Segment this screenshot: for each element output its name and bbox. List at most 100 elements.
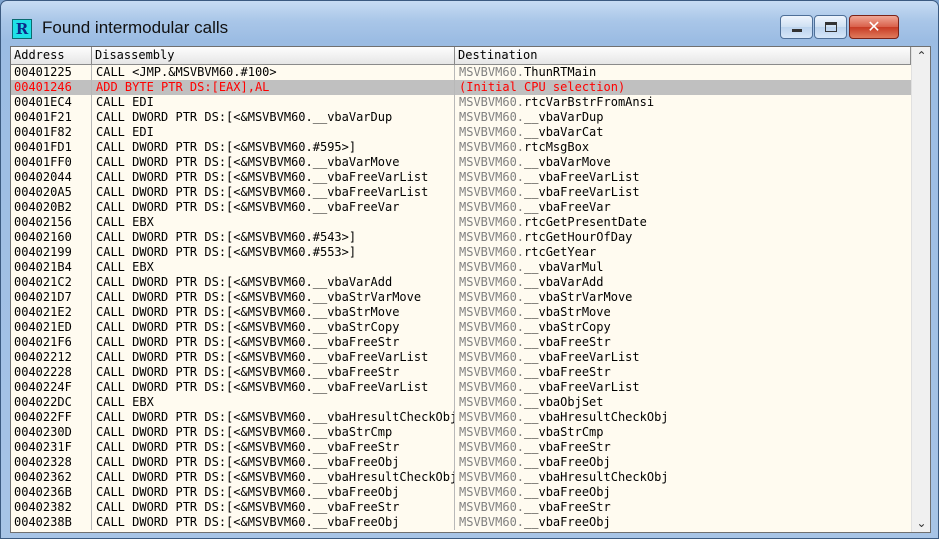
destination-module: MSVBVM60. — [459, 410, 525, 424]
table-row[interactable]: 00402199 CALL DWORD PTR DS:[<&MSVBVM60.#5… — [11, 245, 911, 260]
destination-function: __vbaFreeVar — [524, 200, 611, 214]
close-icon: ✕ — [867, 17, 881, 36]
row-destination: MSVBVM60.__vbaFreeVarList — [455, 380, 911, 395]
row-disassembly: CALL DWORD PTR DS:[<&MSVBVM60.__vbaVarDu… — [92, 110, 455, 125]
row-destination: MSVBVM60.__vbaVarCat — [455, 125, 911, 140]
row-address: 0040236B — [11, 485, 92, 500]
maximize-button[interactable] — [814, 15, 847, 39]
table-row[interactable]: 0040231F CALL DWORD PTR DS:[<&MSVBVM60.__… — [11, 440, 911, 455]
row-destination: MSVBVM60.__vbaFreeVarList — [455, 350, 911, 365]
row-disassembly: ADD BYTE PTR DS:[EAX],AL — [92, 80, 455, 95]
destination-module: MSVBVM60. — [459, 470, 525, 484]
row-address: 00402362 — [11, 470, 92, 485]
table-row[interactable]: 00401F21 CALL DWORD PTR DS:[<&MSVBVM60.__… — [11, 110, 911, 125]
table-row[interactable]: 004021E2 CALL DWORD PTR DS:[<&MSVBVM60.__… — [11, 305, 911, 320]
row-destination: MSVBVM60.__vbaObjSet — [455, 395, 911, 410]
destination-function: __vbaFreeStr — [524, 500, 611, 514]
table-row[interactable]: 004020A5 CALL DWORD PTR DS:[<&MSVBVM60.__… — [11, 185, 911, 200]
table-row[interactable]: 00401246 ADD BYTE PTR DS:[EAX],AL (Initial… — [11, 80, 911, 95]
table-row[interactable]: 004021ED CALL DWORD PTR DS:[<&MSVBVM60.__… — [11, 320, 911, 335]
row-destination: MSVBVM60.__vbaFreeVarList — [455, 170, 911, 185]
row-disassembly: CALL DWORD PTR DS:[<&MSVBVM60.__vbaFreeO… — [92, 515, 455, 530]
maximize-icon — [825, 22, 837, 32]
row-address: 004021B4 — [11, 260, 92, 275]
destination-module: MSVBVM60. — [459, 350, 525, 364]
table-row[interactable]: 004021C2 CALL DWORD PTR DS:[<&MSVBVM60.__… — [11, 275, 911, 290]
row-destination: MSVBVM60.__vbaStrCmp — [455, 425, 911, 440]
row-address: 004022DC — [11, 395, 92, 410]
table-row[interactable]: 00401EC4 CALL EDI MSVBVM60.rtcVarBstrFromA… — [11, 95, 911, 110]
vertical-scrollbar[interactable]: ⌃ ⌄ — [911, 47, 930, 532]
table-row[interactable]: 00402382 CALL DWORD PTR DS:[<&MSVBVM60.__… — [11, 500, 911, 515]
row-address: 00401246 — [11, 80, 92, 95]
table-row[interactable]: 004021D7 CALL DWORD PTR DS:[<&MSVBVM60.__… — [11, 290, 911, 305]
column-header-destination[interactable]: Destination — [455, 47, 911, 64]
table-row[interactable]: 004022DC CALL EBX MSVBVM60.__vbaObjSet — [11, 395, 911, 410]
destination-module: MSVBVM60. — [459, 440, 525, 454]
column-header-address[interactable]: Address — [11, 47, 92, 64]
destination-function: __vbaStrCopy — [524, 320, 611, 334]
table-row[interactable]: 0040238B CALL DWORD PTR DS:[<&MSVBVM60.__… — [11, 515, 911, 530]
row-disassembly: CALL EDI — [92, 125, 455, 140]
table-row[interactable]: 004021B4 CALL EBX MSVBVM60.__vbaVarMul — [11, 260, 911, 275]
destination-module: MSVBVM60. — [459, 515, 525, 529]
table-row[interactable]: 00401FF0 CALL DWORD PTR DS:[<&MSVBVM60.__… — [11, 155, 911, 170]
destination-module: MSVBVM60. — [459, 245, 525, 259]
table-row[interactable]: 00402362 CALL DWORD PTR DS:[<&MSVBVM60.__… — [11, 470, 911, 485]
table-row[interactable]: 0040230D CALL DWORD PTR DS:[<&MSVBVM60.__… — [11, 425, 911, 440]
table-row[interactable]: 0040224F CALL DWORD PTR DS:[<&MSVBVM60.__… — [11, 380, 911, 395]
minimize-button[interactable] — [780, 15, 813, 39]
row-disassembly: CALL DWORD PTR DS:[<&MSVBVM60.__vbaFreeS… — [92, 500, 455, 515]
table-row[interactable]: 00401225 CALL <JMP.&MSVBVM60.#100> MSVBVM6… — [11, 65, 911, 80]
destination-module: MSVBVM60. — [459, 275, 525, 289]
table-row[interactable]: 00402160 CALL DWORD PTR DS:[<&MSVBVM60.#5… — [11, 230, 911, 245]
row-address: 00401FD1 — [11, 140, 92, 155]
table-row[interactable]: 004021F6 CALL DWORD PTR DS:[<&MSVBVM60.__… — [11, 335, 911, 350]
row-disassembly: CALL EBX — [92, 215, 455, 230]
destination-module: MSVBVM60. — [459, 395, 525, 409]
row-destination: MSVBVM60.rtcMsgBox — [455, 140, 911, 155]
destination-function: __vbaFreeVarList — [524, 185, 640, 199]
destination-module: MSVBVM60. — [459, 290, 525, 304]
calls-list-panel: Address Disassembly Destination 00401225… — [10, 46, 931, 533]
table-row[interactable]: 0040236B CALL DWORD PTR DS:[<&MSVBVM60.__… — [11, 485, 911, 500]
row-destination: MSVBVM60.__vbaVarMove — [455, 155, 911, 170]
destination-module: MSVBVM60. — [459, 95, 525, 109]
destination-function: __vbaFreeVarList — [524, 170, 640, 184]
row-destination: MSVBVM60.__vbaFreeStr — [455, 335, 911, 350]
row-destination: MSVBVM60.__vbaStrMove — [455, 305, 911, 320]
row-destination: MSVBVM60.rtcGetPresentDate — [455, 215, 911, 230]
row-destination: MSVBVM60.__vbaVarMul — [455, 260, 911, 275]
table-row[interactable]: 004020B2 CALL DWORD PTR DS:[<&MSVBVM60.__… — [11, 200, 911, 215]
destination-function: __vbaObjSet — [524, 395, 604, 409]
destination-module: MSVBVM60. — [459, 335, 525, 349]
row-destination: MSVBVM60.__vbaHresultCheckObj — [455, 470, 911, 485]
row-destination: MSVBVM60.__vbaVarDup — [455, 110, 911, 125]
title-bar[interactable]: R Found intermodular calls ✕ — [1, 1, 938, 45]
row-destination: MSVBVM60.rtcGetHourOfDay — [455, 230, 911, 245]
table-row[interactable]: 00401F82 CALL EDI MSVBVM60.__vbaVarCat — [11, 125, 911, 140]
destination-function: rtcMsgBox — [524, 140, 590, 154]
row-address: 00401EC4 — [11, 95, 92, 110]
scroll-up-icon[interactable]: ⌃ — [912, 47, 930, 65]
destination-function: rtcGetHourOfDay — [524, 230, 633, 244]
column-header-disassembly[interactable]: Disassembly — [92, 47, 455, 64]
destination-function: __vbaVarMul — [524, 260, 604, 274]
table-row[interactable]: 00402212 CALL DWORD PTR DS:[<&MSVBVM60.__… — [11, 350, 911, 365]
table-row[interactable]: 00402328 CALL DWORD PTR DS:[<&MSVBVM60.__… — [11, 455, 911, 470]
table-row[interactable]: 00402228 CALL DWORD PTR DS:[<&MSVBVM60.__… — [11, 365, 911, 380]
table-row[interactable]: 00402044 CALL DWORD PTR DS:[<&MSVBVM60.__… — [11, 170, 911, 185]
scroll-down-icon[interactable]: ⌄ — [912, 514, 930, 532]
table-row[interactable]: 00402156 CALL EBX MSVBVM60.rtcGetPresentDa… — [11, 215, 911, 230]
table-row[interactable]: 00401FD1 CALL DWORD PTR DS:[<&MSVBVM60.#5… — [11, 140, 911, 155]
table-row[interactable]: 004022FF CALL DWORD PTR DS:[<&MSVBVM60.__… — [11, 410, 911, 425]
destination-function: __vbaFreeObj — [524, 455, 611, 469]
row-address: 0040230D — [11, 425, 92, 440]
close-button[interactable]: ✕ — [849, 15, 899, 39]
destination-module: MSVBVM60. — [459, 455, 525, 469]
intermodular-calls-window: R Found intermodular calls ✕ Address Dis… — [0, 0, 939, 539]
row-disassembly: CALL DWORD PTR DS:[<&MSVBVM60.__vbaFreeO… — [92, 455, 455, 470]
row-address: 00402228 — [11, 365, 92, 380]
row-destination: MSVBVM60.__vbaStrVarMove — [455, 290, 911, 305]
destination-module: MSVBVM60. — [459, 65, 525, 79]
